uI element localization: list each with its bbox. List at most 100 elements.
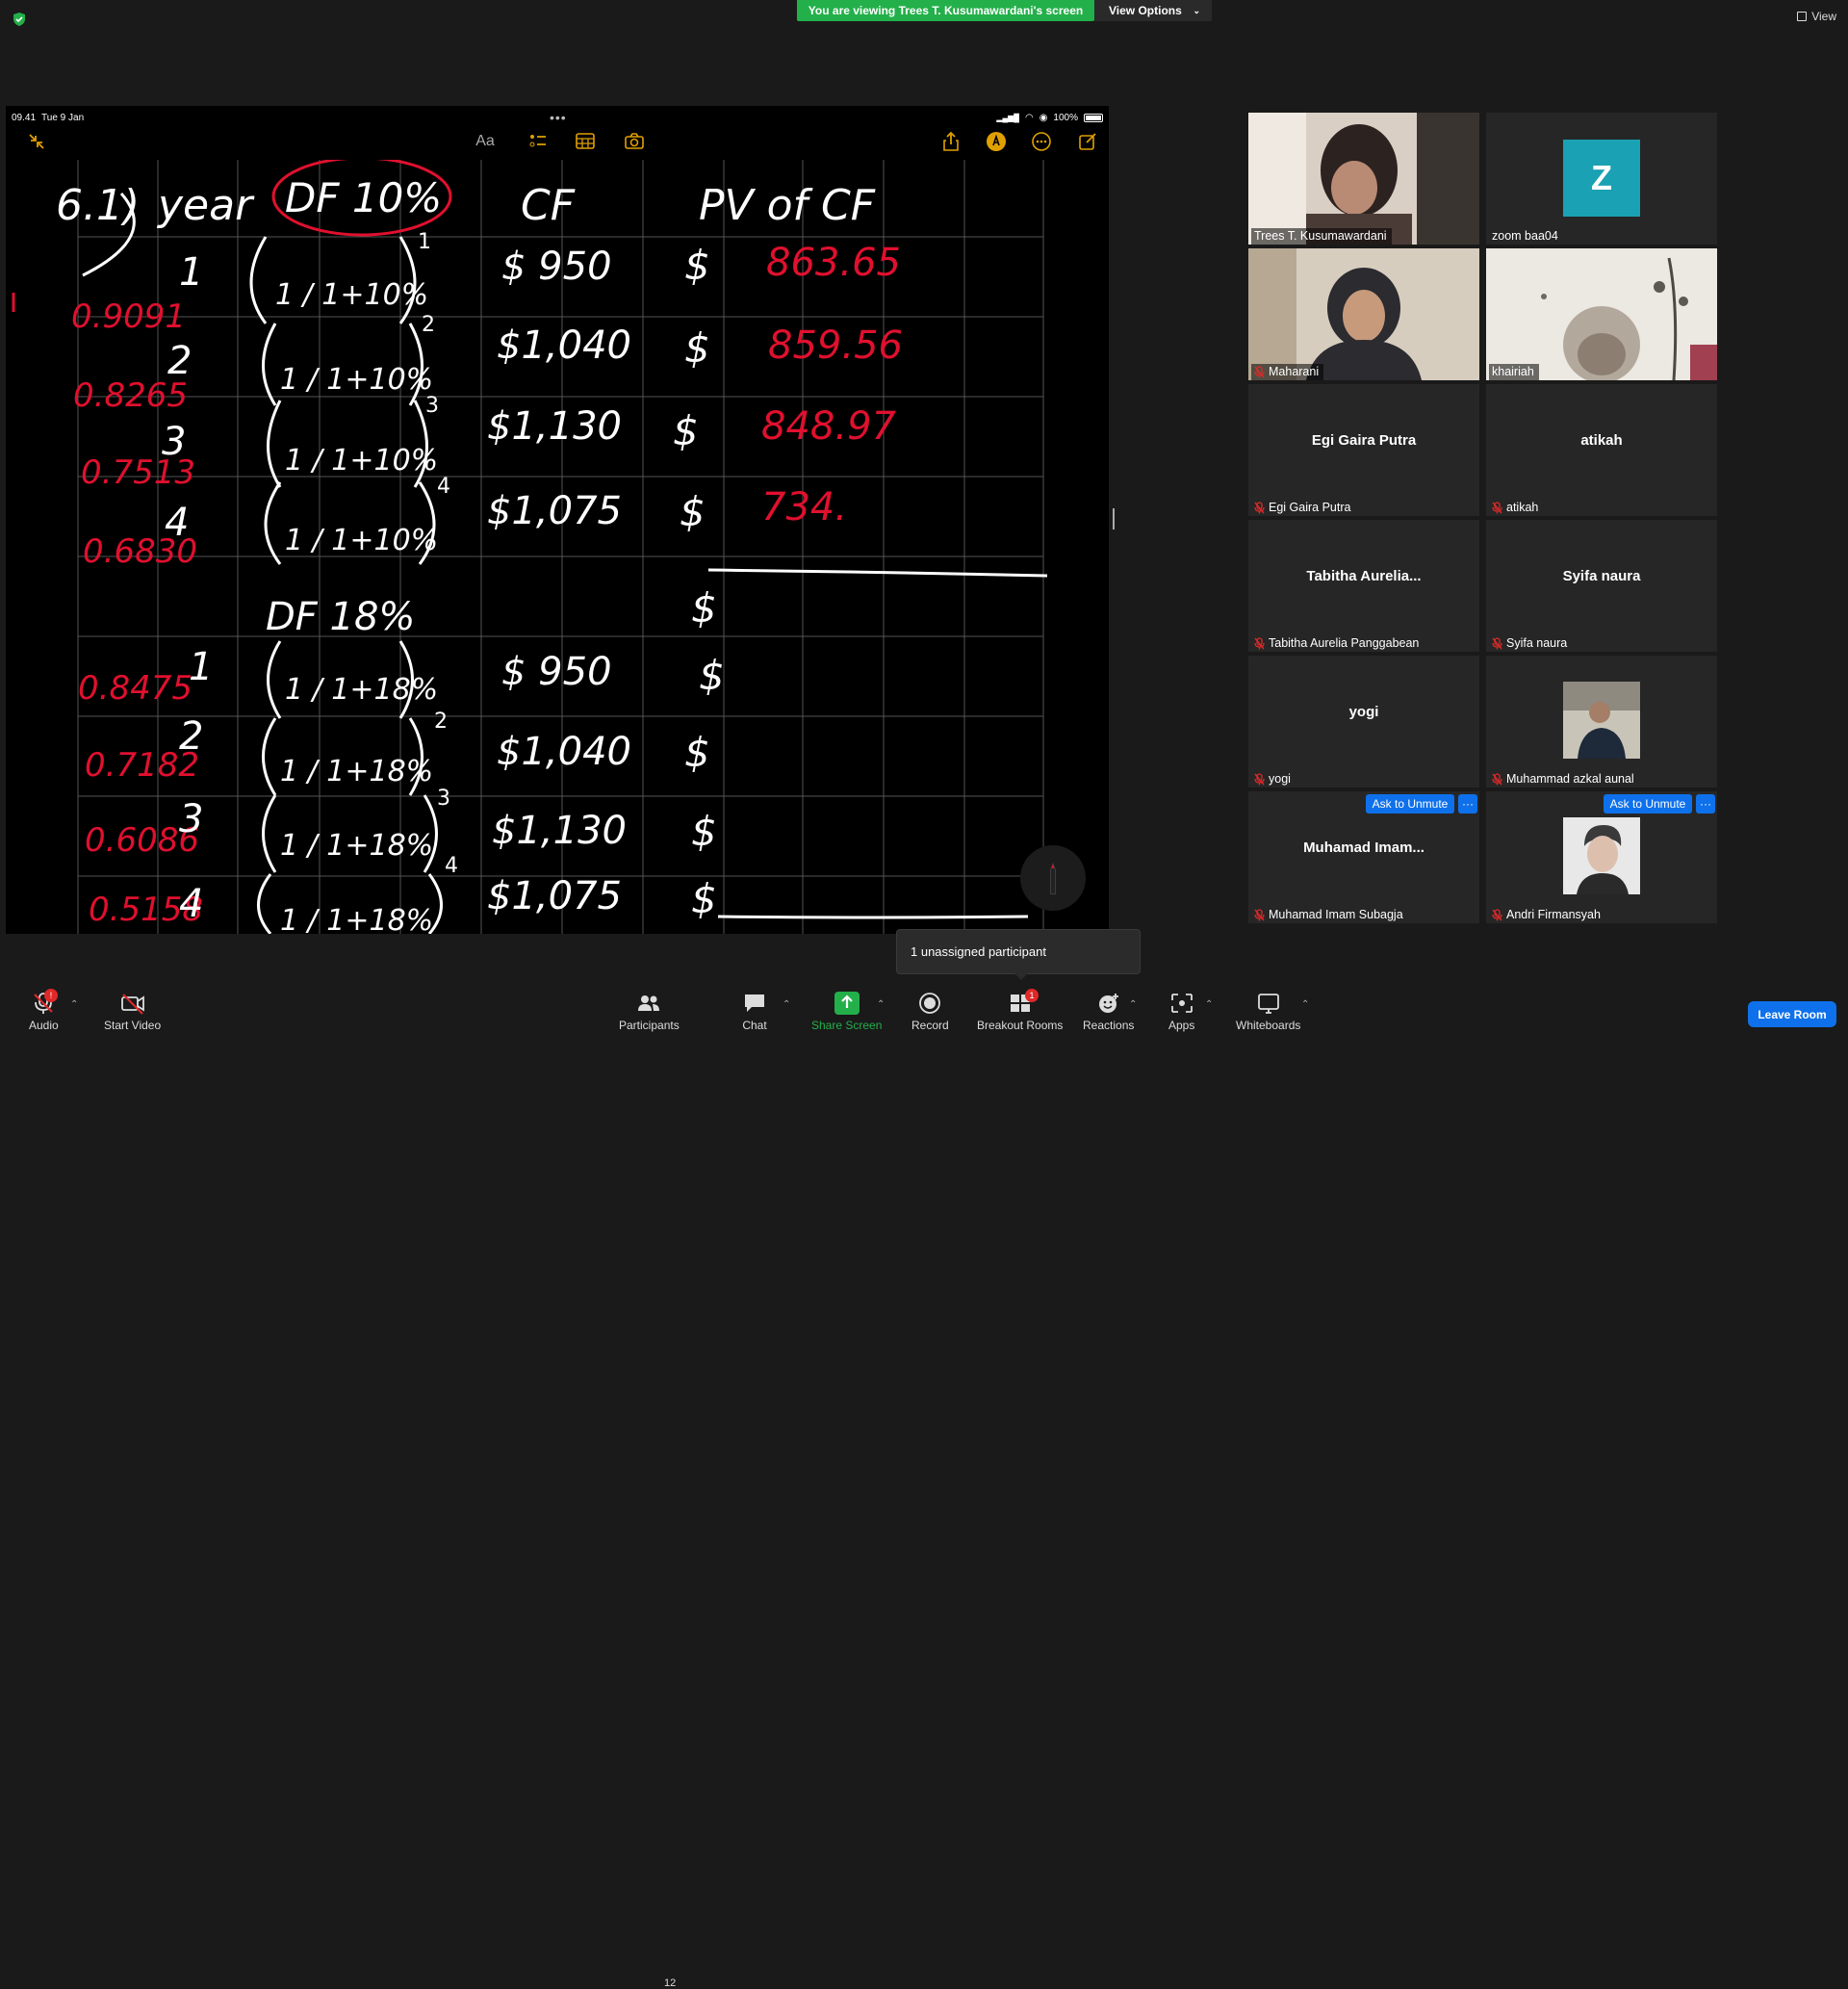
apps-button[interactable]: Apps xyxy=(1168,992,1194,1032)
chat-button[interactable]: Chat xyxy=(742,992,767,1032)
leave-room-button[interactable]: Leave Room xyxy=(1748,1001,1836,1027)
share-screen-label: Share Screen xyxy=(811,1019,883,1032)
collapse-icon[interactable] xyxy=(25,130,48,153)
participant-more-button[interactable]: ··· xyxy=(1696,794,1715,814)
participant-display-name: Syifa naura xyxy=(1562,568,1641,584)
share-icon[interactable] xyxy=(939,130,962,153)
apps-label: Apps xyxy=(1168,1019,1195,1032)
share-screen-icon xyxy=(834,992,860,1015)
df10-cf: $1,040 xyxy=(497,323,631,368)
participant-tile[interactable]: Egi Gaira Putra Egi Gaira Putra xyxy=(1248,384,1479,516)
shared-screen[interactable]: 09.41 Tue 9 Jan ▂▄▆█ ◠ ◉ 100% ••• Aa 6.1… xyxy=(6,106,1109,934)
participants-count: 12 xyxy=(664,1977,677,1989)
note-pv-header: PV of CF xyxy=(699,181,876,230)
view-button[interactable]: View xyxy=(1797,10,1836,23)
df18-formula: 1 / 1+18% xyxy=(280,904,433,934)
share-caret-icon[interactable]: ⌃ xyxy=(877,999,885,1010)
participant-tile[interactable]: Zzoom baa04 xyxy=(1486,113,1717,245)
participant-display-name: atikah xyxy=(1580,432,1623,449)
breakout-badge: 1 xyxy=(1025,989,1039,1002)
checklist-icon[interactable] xyxy=(526,130,550,153)
markup-pen-icon[interactable] xyxy=(985,130,1008,153)
start-video-button[interactable]: Start Video xyxy=(104,992,161,1032)
df10-dollar: $ xyxy=(684,324,710,372)
video-off-icon xyxy=(120,994,144,1015)
battery-icon xyxy=(1084,113,1103,122)
participant-name: zoom baa04 xyxy=(1492,229,1558,243)
participant-name-label: atikah xyxy=(1489,500,1543,516)
ask-to-unmute-button[interactable]: Ask to Unmute xyxy=(1366,794,1454,814)
whiteboards-caret-icon[interactable]: ⌃ xyxy=(1301,999,1309,1010)
note-df18-header: DF 18% xyxy=(266,595,415,639)
participant-tile[interactable]: Syifa naura Syifa naura xyxy=(1486,520,1717,652)
security-shield-icon[interactable] xyxy=(12,12,27,27)
df10-year: 2 xyxy=(167,339,192,383)
participant-name: Tabitha Aurelia Panggabean xyxy=(1269,636,1420,650)
participant-tile[interactable]: Maharani xyxy=(1248,248,1479,380)
chevron-down-icon: ⌄ xyxy=(1193,5,1200,15)
df18-row-1: 0.8475 1 1 / 1+18% $ 950 $ xyxy=(78,640,725,719)
df10-row-2: 0.8265 2 1 / 1+10% 2 $1,040 $ 859.56 xyxy=(73,313,903,415)
df10-formula: 1 / 1+10% xyxy=(285,444,438,478)
participant-tile[interactable]: khairiah xyxy=(1486,248,1717,380)
participant-tile[interactable]: Muhammad azkal aunal xyxy=(1486,656,1717,788)
table-icon[interactable] xyxy=(574,130,597,153)
view-options-button[interactable]: View Options ⌄ xyxy=(1094,0,1212,21)
df18-formula: 1 / 1+18% xyxy=(280,755,433,788)
participant-name-label: Tabitha Aurelia Panggabean xyxy=(1251,635,1424,652)
participant-tile[interactable]: Tabitha Aurelia... Tabitha Aurelia Pangga… xyxy=(1248,520,1479,652)
reactions-caret-icon[interactable]: ⌃ xyxy=(1129,999,1137,1010)
df10-row-1: 0.9091 1 1 / 1+10% 1 $ 950 $ 863.65 xyxy=(71,230,901,336)
notes-canvas[interactable]: 6.1) year DF 10% CF PV of CF 0.9091 1 1 … xyxy=(6,160,1109,934)
participant-display-name: Egi Gaira Putra xyxy=(1311,432,1417,449)
participants-button[interactable]: Participants xyxy=(619,992,680,1032)
df10-row-3: 0.7513 3 1 / 1+10% 3 $1,130 $ 848.97 xyxy=(81,394,897,492)
camera-icon[interactable] xyxy=(623,130,646,153)
multitasking-dots-icon[interactable]: ••• xyxy=(550,110,567,125)
participant-more-button[interactable]: ··· xyxy=(1458,794,1477,814)
df18-factor: 0.8475 xyxy=(78,669,192,708)
df10-pv: 734. xyxy=(761,485,847,530)
participant-tile[interactable]: atikah atikah xyxy=(1486,384,1717,516)
df18-year: 2 xyxy=(179,714,203,759)
ask-to-unmute-button[interactable]: Ask to Unmute xyxy=(1604,794,1692,814)
df18-dollar: $ xyxy=(691,875,717,922)
apps-caret-icon[interactable]: ⌃ xyxy=(1205,999,1213,1010)
apps-icon xyxy=(1170,994,1193,1013)
participant-tile[interactable]: Ask to Unmute ··· Andri Firmansyah xyxy=(1486,791,1717,923)
reactions-button[interactable]: Reactions xyxy=(1083,992,1134,1032)
viewing-screen-banner: You are viewing Trees T. Kusumawardani's… xyxy=(797,0,1094,21)
participant-display-name: Tabitha Aurelia... xyxy=(1306,568,1422,584)
microphone-muted-icon xyxy=(1492,501,1502,513)
pencil-tool-button[interactable] xyxy=(1020,845,1086,911)
participants-label: Participants xyxy=(619,1019,680,1032)
breakout-rooms-button[interactable]: Breakout Rooms xyxy=(977,992,1063,1032)
text-style-button[interactable]: Aa xyxy=(474,130,497,153)
chat-caret-icon[interactable]: ⌃ xyxy=(783,999,790,1010)
df18-dollar: $ xyxy=(691,808,717,855)
df18-power: 3 xyxy=(437,787,450,811)
view-label: View xyxy=(1811,10,1836,23)
participant-display-name: Muhamad Imam... xyxy=(1303,840,1424,856)
participant-name: atikah xyxy=(1506,501,1539,514)
participant-tile[interactable]: yogi yogi xyxy=(1248,656,1479,788)
notes-toolbar: Aa xyxy=(6,130,1109,159)
panel-resize-handle[interactable] xyxy=(1113,508,1115,530)
more-options-icon[interactable] xyxy=(1030,130,1053,153)
gallery-view-icon xyxy=(1797,12,1808,21)
participant-tile[interactable]: Trees T. Kusumawardani xyxy=(1248,113,1479,245)
df10-dollar: $ xyxy=(673,407,699,454)
participant-name: Muhammad azkal aunal xyxy=(1506,772,1634,786)
chat-icon xyxy=(745,994,764,1012)
df10-power: 3 xyxy=(425,394,439,418)
microphone-muted-icon xyxy=(1254,908,1265,920)
participant-tile[interactable]: Muhamad Imam... Ask to Unmute ··· Muhamad I… xyxy=(1248,791,1479,923)
df18-total-dollar: $ xyxy=(691,584,717,632)
audio-caret-icon[interactable]: ⌃ xyxy=(70,999,78,1010)
whiteboards-button[interactable]: Whiteboards xyxy=(1236,992,1300,1032)
df18-cf: $ 950 xyxy=(501,650,612,694)
df18-cf: $1,075 xyxy=(487,874,622,918)
record-button[interactable]: Record xyxy=(911,992,949,1032)
share-screen-button[interactable]: Share Screen xyxy=(811,992,882,1032)
compose-icon[interactable] xyxy=(1076,130,1099,153)
